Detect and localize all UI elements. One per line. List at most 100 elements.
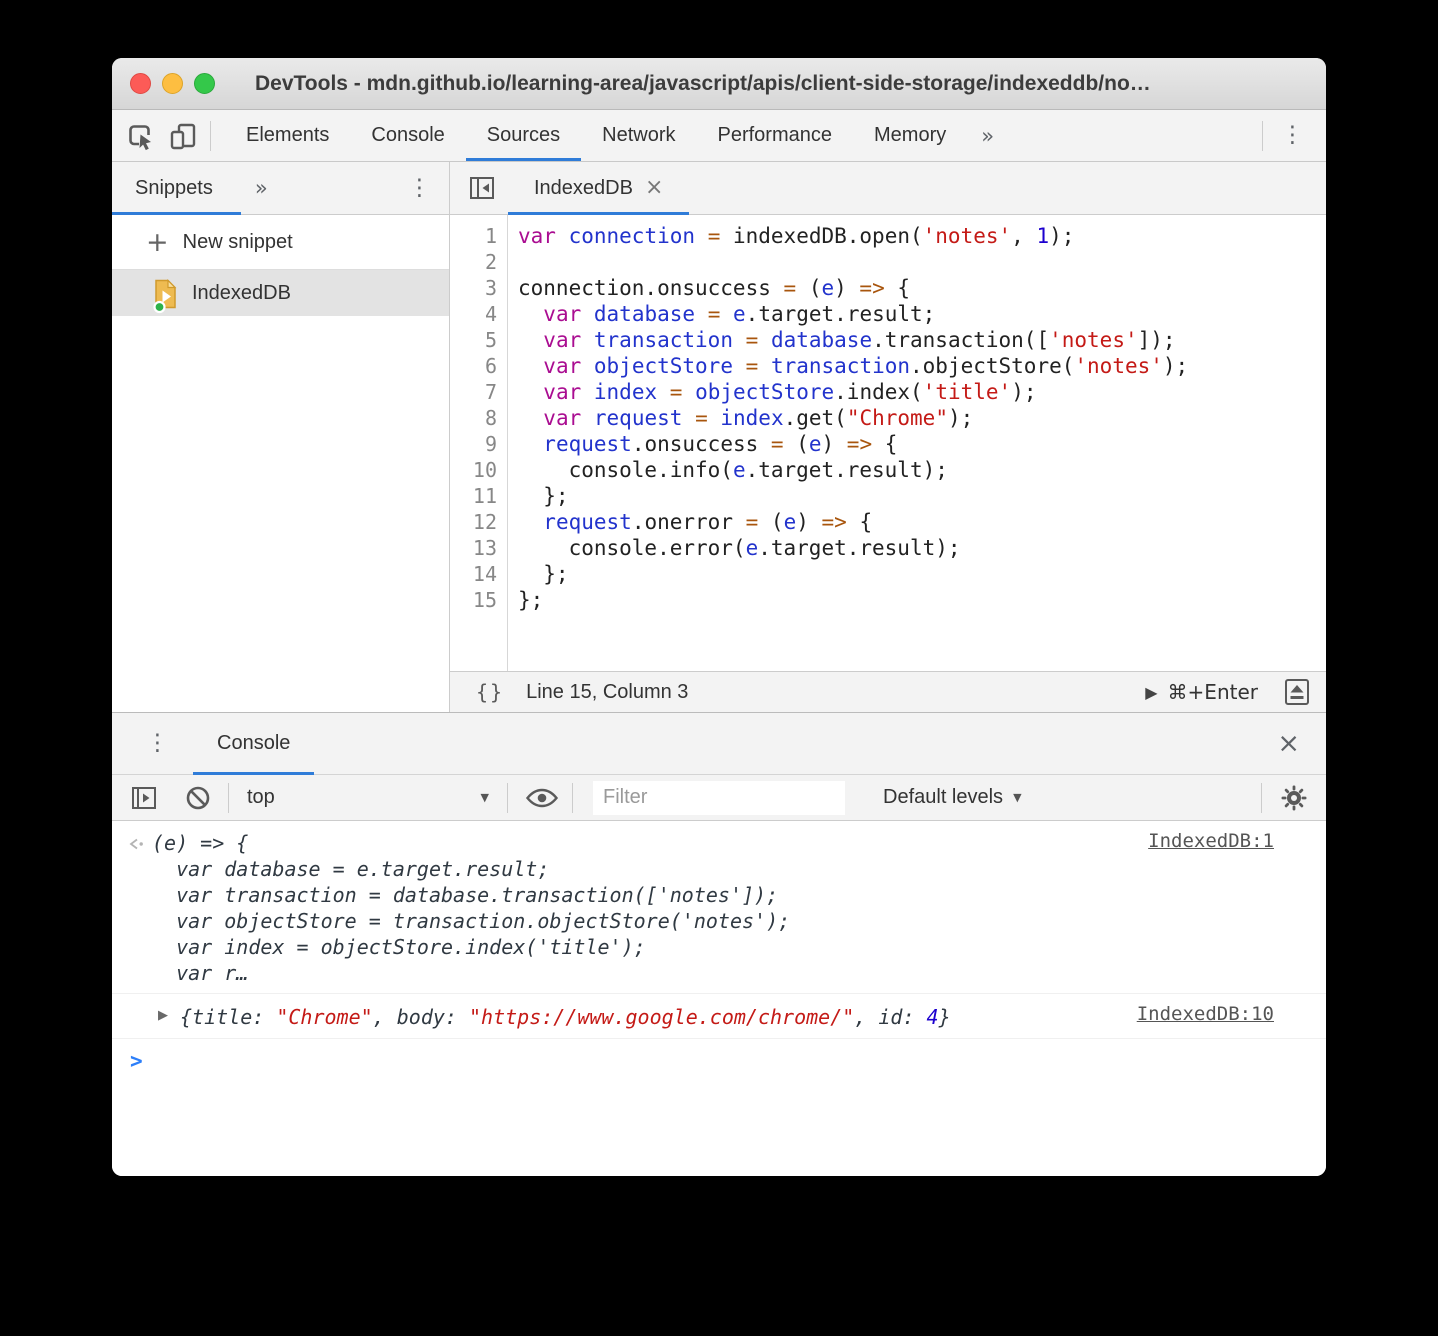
deactivate-button[interactable]	[1284, 678, 1310, 706]
code-line[interactable]: request.onsuccess = (e) => {	[518, 431, 1326, 457]
run-snippet-icon[interactable]: ▶	[1145, 683, 1157, 702]
console-settings-button[interactable]	[1274, 778, 1314, 818]
window-title: DevTools - mdn.github.io/learning-area/j…	[255, 72, 1151, 96]
code-lines: var connection = indexedDB.open('notes',…	[508, 215, 1326, 671]
log-levels-select[interactable]: Default levels ▼	[883, 786, 1022, 809]
drawer-menu-icon[interactable]: ⋮	[134, 732, 181, 755]
code-token	[695, 224, 708, 248]
line-number[interactable]: 6	[450, 353, 507, 379]
console-filter-input[interactable]	[593, 781, 845, 815]
console-object-preview[interactable]: {title: "Chrome", body: "https://www.goo…	[180, 1003, 951, 1031]
console-source-link[interactable]: IndexedDB:1	[1148, 830, 1326, 852]
code-token: )	[834, 276, 859, 300]
snippet-item-indexeddb[interactable]: IndexedDB	[112, 270, 449, 316]
tab-snippets[interactable]: Snippets	[112, 162, 241, 214]
tab-memory[interactable]: Memory	[853, 110, 967, 161]
code-line[interactable]: };	[518, 483, 1326, 509]
line-number[interactable]: 13	[450, 535, 507, 561]
code-line[interactable]: };	[518, 587, 1326, 613]
code-token: 'notes'	[1049, 328, 1138, 352]
console-sidebar-toggle-button[interactable]	[124, 778, 164, 818]
code-token	[518, 328, 543, 352]
inspect-element-button[interactable]	[120, 115, 162, 157]
tab-sources[interactable]: Sources	[466, 110, 581, 161]
line-number[interactable]: 14	[450, 561, 507, 587]
code-token: var	[518, 224, 556, 248]
line-number[interactable]: 12	[450, 509, 507, 535]
sidebar-empty-area	[112, 316, 449, 712]
code-line[interactable]: var transaction = database.transaction([…	[518, 327, 1326, 353]
code-line[interactable]	[518, 249, 1326, 275]
close-drawer-icon[interactable]: ×	[1277, 730, 1300, 757]
close-tab-icon[interactable]: ×	[645, 177, 663, 199]
line-number[interactable]: 15	[450, 587, 507, 613]
console-drawer: ⋮ Console × top ▼	[112, 712, 1326, 1176]
code-line[interactable]: var index = objectStore.index('title');	[518, 379, 1326, 405]
tab-elements[interactable]: Elements	[225, 110, 350, 161]
live-expression-button[interactable]	[522, 778, 562, 818]
devtools-window: DevTools - mdn.github.io/learning-area/j…	[112, 58, 1326, 1176]
line-number[interactable]: 5	[450, 327, 507, 353]
line-number[interactable]: 4	[450, 301, 507, 327]
line-number[interactable]: 2	[450, 249, 507, 275]
code-token: (	[784, 432, 809, 456]
console-prompt[interactable]: >	[112, 1039, 1326, 1073]
console-function-preview[interactable]: (e) => { var database = e.target.result;…	[152, 830, 790, 986]
line-number[interactable]: 8	[450, 405, 507, 431]
code-token	[682, 380, 695, 404]
code-token: connection	[569, 224, 695, 248]
new-snippet-button[interactable]: + New snippet	[112, 215, 449, 270]
code-token: , body:	[373, 1005, 469, 1029]
code-token: .onerror	[632, 510, 746, 534]
code-token: =	[695, 406, 708, 430]
navigator-menu-icon[interactable]: ⋮	[396, 177, 443, 200]
code-line[interactable]: request.onerror = (e) => {	[518, 509, 1326, 535]
chevron-down-icon: ▼	[1013, 791, 1021, 804]
line-number[interactable]: 7	[450, 379, 507, 405]
code-line[interactable]: console.info(e.target.result);	[518, 457, 1326, 483]
code-editor[interactable]: 123456789101112131415 var connection = i…	[450, 215, 1326, 671]
pretty-print-button[interactable]: {}	[476, 680, 504, 704]
minimize-window-button[interactable]	[162, 73, 183, 94]
expand-icon[interactable]: ▶	[158, 1003, 180, 1023]
more-tabs-icon[interactable]: »	[967, 124, 1008, 148]
code-token: =	[670, 380, 683, 404]
tab-performance[interactable]: Performance	[697, 110, 854, 161]
code-line[interactable]: var connection = indexedDB.open('notes',…	[518, 223, 1326, 249]
code-line[interactable]: var request = index.get("Chrome");	[518, 405, 1326, 431]
fullscreen-window-button[interactable]	[194, 73, 215, 94]
line-number[interactable]: 3	[450, 275, 507, 301]
line-number[interactable]: 11	[450, 483, 507, 509]
panel-tabs: Elements Console Sources Network Perform…	[225, 110, 967, 161]
code-token	[581, 328, 594, 352]
tab-console[interactable]: Console	[350, 110, 465, 161]
toggle-navigator-button[interactable]	[456, 162, 508, 214]
code-token: .objectStore(	[910, 354, 1074, 378]
code-line[interactable]: connection.onsuccess = (e) => {	[518, 275, 1326, 301]
code-line[interactable]: };	[518, 561, 1326, 587]
tab-network[interactable]: Network	[581, 110, 696, 161]
console-source-link[interactable]: IndexedDB:10	[1137, 1003, 1326, 1025]
code-token: ]);	[1138, 328, 1176, 352]
device-toolbar-button[interactable]	[162, 115, 204, 157]
code-token: 'title'	[923, 380, 1012, 404]
code-line[interactable]: var database = e.target.result;	[518, 301, 1326, 327]
code-token: {title:	[180, 1005, 276, 1029]
line-number[interactable]: 10	[450, 457, 507, 483]
editor-tab-indexeddb[interactable]: IndexedDB ×	[508, 162, 689, 214]
console-output: (e) => { var database = e.target.result;…	[112, 821, 1326, 1176]
main-menu-icon[interactable]: ⋮	[1269, 124, 1316, 147]
code-token	[581, 354, 594, 378]
tab-drawer-console[interactable]: Console	[193, 713, 314, 774]
code-token	[720, 302, 733, 326]
more-navigator-tabs-icon[interactable]: »	[241, 176, 282, 200]
line-number[interactable]: 9	[450, 431, 507, 457]
code-token	[518, 354, 543, 378]
clear-console-button[interactable]	[178, 778, 218, 818]
code-line[interactable]: var objectStore = transaction.objectStor…	[518, 353, 1326, 379]
close-window-button[interactable]	[130, 73, 151, 94]
code-line[interactable]: console.error(e.target.result);	[518, 535, 1326, 561]
line-number[interactable]: 1	[450, 223, 507, 249]
code-token: {	[847, 510, 872, 534]
execution-context-select[interactable]: top ▼	[247, 786, 497, 809]
